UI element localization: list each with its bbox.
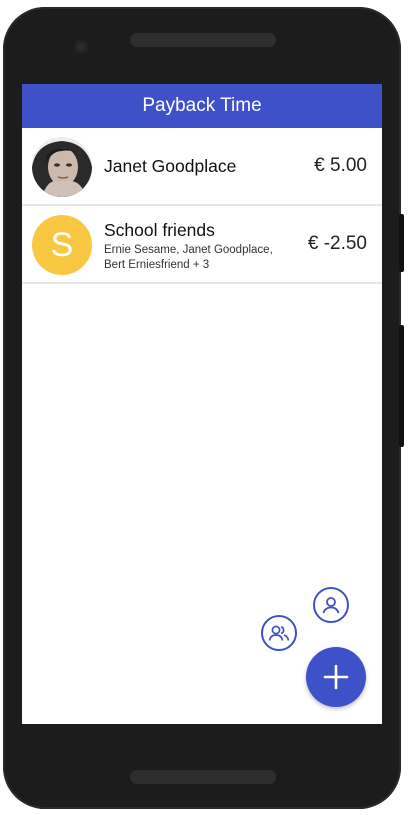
person-icon (322, 597, 340, 614)
list-item-contact[interactable]: Janet Goodplace € 5.00 (22, 128, 382, 206)
list-item-group[interactable]: S School friends Ernie Sesame, Janet Goo… (22, 206, 382, 284)
app-screen: Payback Time Janet Goodplace € 5.00 S Sc… (22, 84, 382, 724)
app-bar: Payback Time (22, 84, 382, 128)
group-icon (268, 625, 290, 641)
group-name: School friends (104, 220, 215, 240)
app-title: Payback Time (142, 95, 262, 116)
group-members: Ernie Sesame, Janet Goodplace, Bert Erni… (104, 244, 273, 271)
plus-icon (323, 664, 349, 690)
top-speaker (130, 33, 276, 47)
contact-name: Janet Goodplace (104, 156, 237, 176)
group-balance: € -2.50 (307, 233, 367, 254)
power-button (399, 214, 404, 272)
group-avatar-letter: S (50, 225, 74, 264)
bottom-speaker (130, 770, 276, 784)
group-avatar: S (32, 215, 92, 275)
front-camera (74, 40, 88, 54)
contact-balance: € 5.00 (314, 155, 367, 176)
add-person-button[interactable] (313, 587, 349, 623)
add-fab-button[interactable] (306, 647, 366, 707)
contact-avatar-photo (32, 137, 92, 197)
add-group-button[interactable] (261, 615, 297, 651)
volume-button (399, 325, 404, 447)
